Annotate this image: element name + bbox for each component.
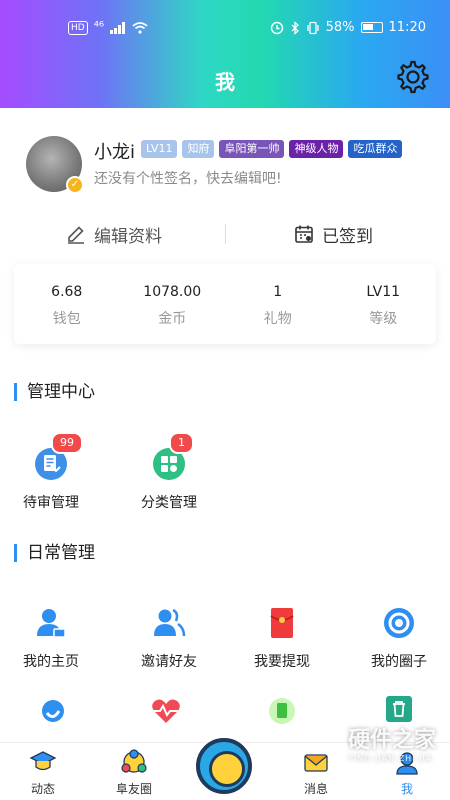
signed-in-label: 已签到 xyxy=(322,226,373,247)
my-homepage-label: 我的主页 xyxy=(23,654,79,670)
nav-friends-circle[interactable]: 阜友圈 xyxy=(94,749,174,797)
status-left: HD ⁴⁶ xyxy=(68,20,148,35)
withdraw-icon xyxy=(264,605,300,641)
user-home-icon xyxy=(33,605,69,641)
nickname: 小龙i xyxy=(94,142,136,163)
verified-badge-icon: ✓ xyxy=(66,176,84,194)
settings-gear-icon[interactable] xyxy=(396,60,430,94)
edit-profile-label: 编辑资料 xyxy=(94,226,162,247)
category-count-badge: 1 xyxy=(169,432,194,454)
status-bar: HD ⁴⁶ 58% 11:20 xyxy=(0,0,450,56)
my-homepage-item[interactable]: 我的主页 xyxy=(6,605,96,671)
nav-feed-label: 动态 xyxy=(30,782,55,796)
nav-feed[interactable]: 动态 xyxy=(3,749,83,797)
withdraw-item[interactable]: 我要提现 xyxy=(237,605,327,671)
signed-in-button[interactable]: 已签到 xyxy=(294,210,373,258)
clock: 11:20 xyxy=(388,20,426,35)
watermark-text: 硬件之家 xyxy=(347,728,436,753)
stat-value: 1078.00 xyxy=(143,284,202,300)
pending-count-badge: 99 xyxy=(51,432,83,454)
invite-friends-item[interactable]: 邀请好友 xyxy=(124,605,214,671)
bluetooth-icon xyxy=(291,20,299,35)
battery-percent: 58% xyxy=(325,20,355,35)
withdraw-label: 我要提现 xyxy=(254,654,310,670)
hd-indicator: HD xyxy=(68,20,88,35)
center-action-button[interactable] xyxy=(196,738,252,794)
watermark: 硬件之家 YING JIAN ZHI JIA xyxy=(348,722,436,763)
stat-label: 礼物 xyxy=(263,311,292,327)
user-tags: LV11 知府 阜阳第一帅 神级人物 吃瓜群众 xyxy=(141,140,403,158)
my-circle-label: 我的圈子 xyxy=(371,654,427,670)
stat-label: 等级 xyxy=(369,311,398,327)
nav-friends-circle-label: 阜友圈 xyxy=(115,782,152,796)
alarm-icon xyxy=(270,21,283,34)
nav-messages[interactable]: 消息 xyxy=(276,749,356,797)
calendar-icon xyxy=(295,225,313,243)
stat-value: LV11 xyxy=(366,284,401,300)
wifi-icon xyxy=(132,21,148,34)
my-circle-item[interactable]: 我的圈子 xyxy=(354,605,444,671)
stats-card: 6.68 钱包 1078.00 金币 1 礼物 LV11 等级 xyxy=(14,264,436,344)
category-icon: 1 xyxy=(151,432,194,482)
tag-level: LV11 xyxy=(141,140,178,158)
mail-icon xyxy=(304,754,328,772)
heart-pulse-icon[interactable] xyxy=(150,697,182,725)
header-bar: HD ⁴⁶ 58% 11:20 我 xyxy=(0,0,450,108)
category-manage-item[interactable]: 1 分类管理 xyxy=(124,432,214,512)
edit-profile-button[interactable]: 编辑资料 xyxy=(66,210,162,258)
vibrate-icon xyxy=(306,21,319,34)
stat-value: 1 xyxy=(273,284,283,300)
battery-icon xyxy=(360,22,383,33)
pencil-icon xyxy=(68,226,84,244)
stat-label: 钱包 xyxy=(52,311,81,327)
stat-coins[interactable]: 1078.00 金币 xyxy=(120,264,226,344)
nav-me-label: 我 xyxy=(400,782,413,796)
network-indicator: ⁴⁶ xyxy=(93,20,105,35)
trash-icon[interactable] xyxy=(385,695,413,723)
people-group-icon xyxy=(121,749,147,773)
action-divider xyxy=(225,224,226,244)
profile-actions: 编辑资料 已签到 xyxy=(0,210,450,258)
invite-friends-icon xyxy=(151,605,187,641)
page-title: 我 xyxy=(215,70,235,94)
nav-messages-label: 消息 xyxy=(303,782,328,796)
status-right: 58% 11:20 xyxy=(270,20,426,35)
section-title-manage: 管理中心 xyxy=(14,383,95,401)
signal-icon xyxy=(110,21,126,34)
category-manage-label: 分类管理 xyxy=(141,495,197,511)
stat-gifts[interactable]: 1 礼物 xyxy=(225,264,331,344)
invite-friends-label: 邀请好友 xyxy=(141,654,197,670)
pending-review-label: 待审管理 xyxy=(23,495,79,511)
graduation-cap-icon xyxy=(29,751,57,771)
tag-group: 吃瓜群众 xyxy=(348,140,403,158)
stat-value: 6.68 xyxy=(51,284,83,300)
review-icon: 99 xyxy=(33,432,83,482)
avatar[interactable]: ✓ xyxy=(26,136,84,194)
tag-honor: 阜阳第一帅 xyxy=(219,140,285,158)
watermark-sub: YING JIAN ZHI JIA xyxy=(347,754,433,763)
tag-title: 知府 xyxy=(182,140,215,158)
stat-wallet[interactable]: 6.68 钱包 xyxy=(14,264,120,344)
stat-level[interactable]: LV11 等级 xyxy=(331,264,437,344)
section-title-daily: 日常管理 xyxy=(14,544,95,562)
circle-icon xyxy=(381,605,417,641)
stat-label: 金币 xyxy=(158,311,187,327)
signature[interactable]: 还没有个性签名，快去编辑吧! xyxy=(94,168,282,188)
green-book-icon[interactable] xyxy=(268,697,296,725)
pending-review-item[interactable]: 99 待审管理 xyxy=(6,432,96,512)
tag-rank: 神级人物 xyxy=(289,140,344,158)
partial-circle-arrow-icon[interactable] xyxy=(39,697,67,725)
